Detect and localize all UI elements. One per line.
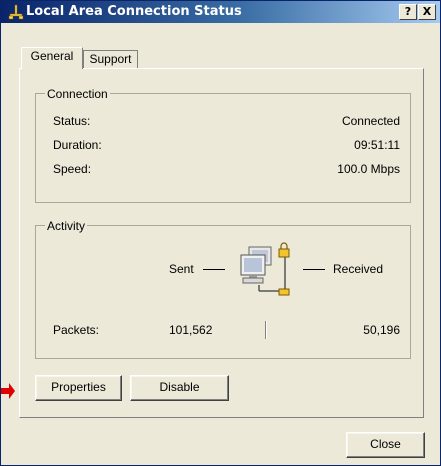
duration-label: Duration: bbox=[53, 138, 102, 152]
local-area-connection-status-window: Local Area Connection Status ? X General… bbox=[0, 0, 441, 466]
status-value: Connected bbox=[341, 114, 400, 128]
title-bar[interactable]: Local Area Connection Status ? X bbox=[1, 1, 440, 23]
red-arrow-pointer-icon bbox=[1, 382, 15, 403]
received-dash bbox=[303, 269, 325, 270]
packets-received-value: 50,196 bbox=[363, 323, 400, 337]
activity-legend: Activity bbox=[45, 219, 88, 233]
packets-divider bbox=[265, 321, 267, 339]
packets-sent-value: 101,562 bbox=[169, 323, 213, 337]
network-connection-icon bbox=[8, 4, 24, 20]
activity-groupbox bbox=[35, 225, 411, 359]
help-button[interactable]: ? bbox=[399, 4, 417, 20]
duration-value: 09:51:11 bbox=[354, 138, 400, 152]
tab-support[interactable]: Support bbox=[83, 50, 138, 69]
sent-label: Sent bbox=[169, 262, 194, 276]
close-window-button[interactable]: X bbox=[418, 4, 436, 20]
disable-button[interactable]: Disable bbox=[130, 375, 229, 401]
close-button[interactable]: Close bbox=[346, 432, 425, 458]
packets-label: Packets: bbox=[53, 323, 100, 337]
tab-general[interactable]: General bbox=[21, 47, 83, 69]
connection-legend: Connection bbox=[45, 87, 110, 101]
sent-dash bbox=[203, 269, 225, 270]
received-label: Received bbox=[333, 262, 384, 276]
window-title: Local Area Connection Status bbox=[26, 4, 242, 19]
speed-value: 100.0 Mbps bbox=[337, 162, 400, 176]
properties-button[interactable]: Properties bbox=[35, 375, 122, 401]
network-computers-icon bbox=[235, 241, 299, 301]
status-label: Status: bbox=[53, 114, 91, 128]
speed-label: Speed: bbox=[53, 162, 92, 176]
